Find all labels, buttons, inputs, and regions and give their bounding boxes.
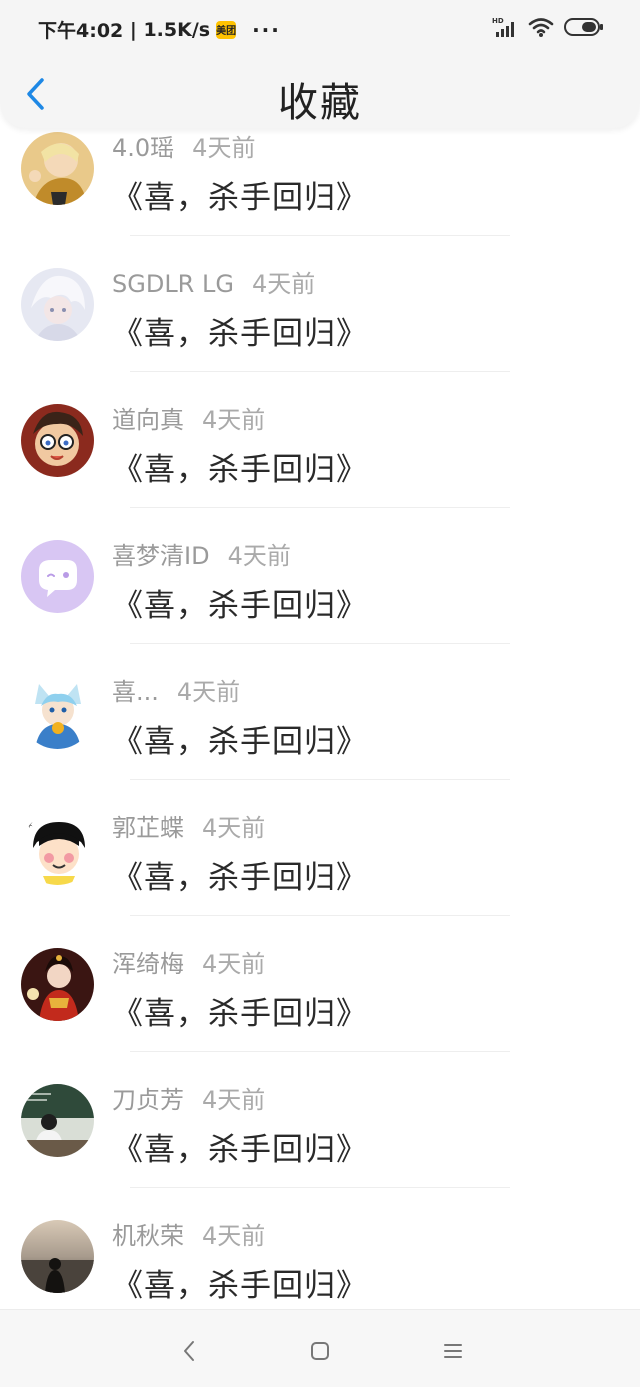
item-meta: 道向真 4天前 <box>112 400 265 435</box>
default-chat-avatar[interactable] <box>21 540 94 613</box>
status-right: HD <box>492 16 604 38</box>
system-nav-bar <box>0 1309 640 1387</box>
list-item[interactable]: 机秋荣 4天前 《喜，杀手回归》 <box>0 1188 640 1324</box>
item-meta: 郭芷蝶 4天前 <box>112 808 265 843</box>
user-name[interactable]: 道向真 <box>112 400 184 435</box>
list-item[interactable]: 喜梦清ID 4天前 《喜，杀手回归》 <box>0 508 640 644</box>
favorite-content[interactable]: 《喜，杀手回归》 <box>112 308 368 353</box>
favorite-content[interactable]: 《喜，杀手回归》 <box>112 444 368 489</box>
favorite-content[interactable]: 《喜，杀手回归》 <box>112 716 368 761</box>
favorite-content[interactable]: 《喜，杀手回归》 <box>112 1124 368 1169</box>
nav-menu-button[interactable] <box>438 1336 468 1366</box>
network-label: HD <box>492 17 504 25</box>
page-title: 收藏 <box>278 80 362 126</box>
timestamp: 4天前 <box>202 406 266 434</box>
favorites-list: 4.0瑶 4天前 《喜，杀手回归》 SGDLR LG 4天前 《喜，杀手回归》 … <box>0 100 640 1324</box>
item-meta: 浑绮梅 4天前 <box>112 944 265 979</box>
timestamp: 4天前 <box>251 270 316 298</box>
meituan-icon: 美团 <box>216 20 237 39</box>
favorite-content[interactable]: 《喜，杀手回归》 <box>112 172 368 217</box>
timestamp: 4天前 <box>202 814 266 842</box>
status-left: 下午4:02 | 1.5K/s 美团 ··· <box>38 16 281 43</box>
nav-back-icon <box>184 1341 194 1361</box>
user-name[interactable]: 刀贞芳 <box>112 1080 184 1115</box>
blue-cat-anime-avatar[interactable] <box>21 676 94 749</box>
list-item[interactable]: SGDLR LG 4天前 《喜，杀手回归》 <box>0 236 640 372</box>
wifi-icon <box>528 18 554 37</box>
timestamp: 4天前 <box>192 134 256 162</box>
list-item[interactable]: 刀贞芳 4天前 《喜，杀手回归》 <box>0 1052 640 1188</box>
favorite-content[interactable]: 《喜，杀手回归》 <box>112 988 368 1033</box>
nav-home-button[interactable] <box>305 1336 335 1366</box>
user-name[interactable]: 4.0瑶 <box>112 128 174 163</box>
user-name[interactable]: 喜梦清ID <box>112 536 210 571</box>
list-item[interactable]: 浑绮梅 4天前 《喜，杀手回归》 <box>0 916 640 1052</box>
status-separator: | <box>123 18 144 41</box>
status-bar: 下午4:02 | 1.5K/s 美团 ··· HD <box>0 0 640 58</box>
item-meta: 机秋荣 4天前 <box>112 1216 265 1251</box>
user-name[interactable]: SGDLR LG <box>112 270 234 298</box>
status-time: 下午4:02 <box>38 20 124 42</box>
item-meta: 刀贞芳 4天前 <box>112 1080 265 1115</box>
timestamp: 4天前 <box>202 1086 266 1114</box>
user-name[interactable]: 浑绮梅 <box>112 944 184 979</box>
status-speed: 1.5K/s <box>143 18 211 41</box>
timestamp: 4天前 <box>176 678 241 706</box>
timestamp: 4天前 <box>227 542 291 570</box>
list-item[interactable]: 道向真 4天前 《喜，杀手回归》 <box>0 372 640 508</box>
timestamp: 4天前 <box>202 1222 266 1250</box>
nav-menu-icon <box>444 1344 462 1358</box>
item-meta: SGDLR LG 4天前 <box>112 264 315 299</box>
favorite-content[interactable]: 《喜，杀手回归》 <box>112 580 368 625</box>
glasses-boy-avatar[interactable] <box>21 404 94 477</box>
battery-icon <box>564 18 603 36</box>
favorite-content[interactable]: 《喜，杀手回归》 <box>112 1260 368 1305</box>
item-meta: 4.0瑶 4天前 <box>112 128 255 163</box>
signal-icon: HD <box>492 17 514 37</box>
list-item[interactable]: ✶ 郭芷蝶 4天前 《喜，杀手回归》 <box>0 780 640 916</box>
sunset-silhouette-avatar[interactable] <box>21 1220 94 1293</box>
white-hair-anime-avatar[interactable] <box>21 268 94 341</box>
screen: 下午4:02 | 1.5K/s 美团 ··· HD 收藏 4.0瑶 4天前 《喜… <box>0 0 640 1387</box>
list-item[interactable]: 喜... 4天前 《喜，杀手回归》 <box>0 644 640 780</box>
user-name[interactable]: 喜... <box>112 672 159 707</box>
timestamp: 4天前 <box>202 950 266 978</box>
user-name[interactable]: 郭芷蝶 <box>112 808 184 843</box>
anime-character-avatar[interactable] <box>21 132 94 205</box>
item-meta: 喜... 4天前 <box>112 672 240 707</box>
item-meta: 喜梦清ID 4天前 <box>112 536 291 571</box>
more-notifications-icon: ··· <box>252 17 281 42</box>
costume-girl-avatar[interactable] <box>21 948 94 1021</box>
classroom-avatar[interactable] <box>21 1084 94 1157</box>
nav-home-icon <box>311 1342 329 1360</box>
svg-text:✶: ✶ <box>25 820 33 831</box>
favorite-content[interactable]: 《喜，杀手回归》 <box>112 852 368 897</box>
user-name[interactable]: 机秋荣 <box>112 1216 184 1251</box>
header: 收藏 <box>0 58 640 128</box>
cartoon-face-avatar[interactable]: ✶ <box>21 812 94 885</box>
nav-back-button[interactable] <box>174 1336 204 1366</box>
